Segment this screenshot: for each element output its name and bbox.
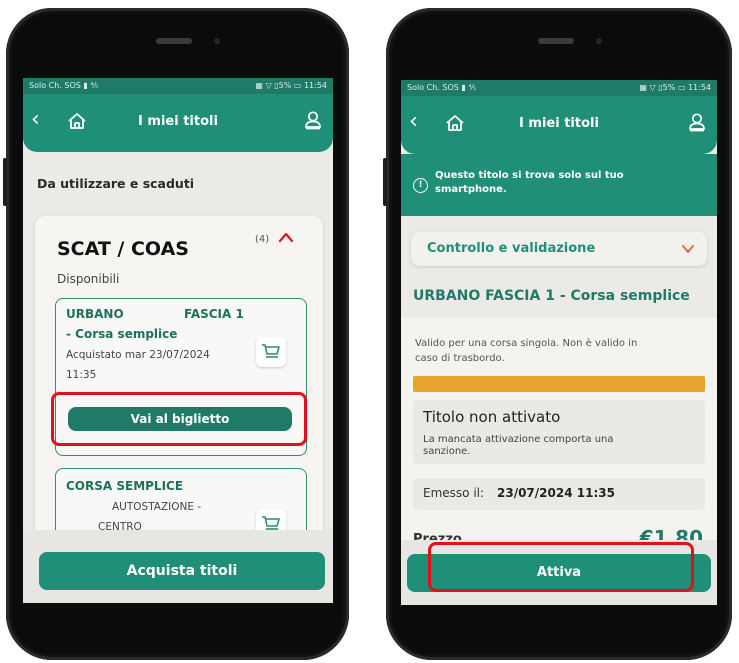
front-camera (596, 38, 602, 44)
control-label: Controllo e validazione (427, 241, 596, 256)
ticket2-line1: AUTOSTAZIONE - (112, 501, 202, 513)
info-icon: ! (413, 178, 428, 193)
app-screen: Solo Ch. SOS ▮ ⅘ ▦ ▽ ▯5% ▭ 11:54 ‹ I mie… (23, 78, 333, 603)
chevron-down-icon (682, 245, 694, 253)
carrier-text: Solo Ch. SOS ▮ ⅘ (407, 83, 477, 92)
highlight-go-to-ticket (51, 392, 307, 446)
status-indicators: ▦ ▽ ▯5% ▭ 11:54 (255, 81, 327, 90)
ticket-line2: - Corsa semplice (66, 327, 178, 341)
banner-text-line2: smartphone. (435, 184, 507, 195)
highlight-activate (428, 542, 694, 592)
earpiece-speaker (538, 38, 574, 44)
ticket-title: URBANO FASCIA 1 - Corsa semplice (413, 288, 690, 304)
page-title: I miei titoli (138, 114, 218, 129)
purchase-time: 11:35 (66, 369, 97, 381)
available-label: Disponibili (57, 272, 120, 286)
company-name: SCAT / COAS (57, 238, 189, 260)
not-activated-title: Titolo non attivato (423, 408, 561, 426)
phone-left: Solo Ch. SOS ▮ ⅘ ▦ ▽ ▯5% ▭ 11:54 ‹ I mie… (3, 8, 349, 660)
app-header: ‹ I miei titoli (401, 96, 717, 154)
not-activated-line1: La mancata attivazione comporta una (423, 434, 614, 445)
issued-label: Emesso il: (423, 486, 485, 500)
ticket2-title: CORSA SEMPLICE (66, 479, 184, 493)
status-indicators: ▦ ▽ ▯5% ▭ 11:54 (639, 83, 711, 92)
status-bar-orange (413, 376, 705, 392)
volume-button (383, 158, 387, 206)
front-camera (214, 38, 220, 44)
description-line2: caso di trasbordo. (415, 353, 505, 364)
issued-box: Emesso il: 23/07/2024 11:35 (413, 478, 705, 510)
purchase-date: Acquistato mar 23/07/2024 (66, 349, 210, 361)
section-title: Da utilizzare e scaduti (37, 176, 195, 191)
page-title: I miei titoli (519, 116, 599, 131)
not-activated-line2: sanzione. (423, 446, 471, 457)
status-bar: Solo Ch. SOS ▮ ⅘ ▦ ▽ ▯5% ▭ 11:54 (23, 78, 333, 94)
app-screen: Solo Ch. SOS ▮ ⅘ ▦ ▽ ▯5% ▭ 11:54 ‹ I mie… (401, 80, 717, 605)
earpiece-speaker (156, 38, 192, 44)
banner-text-line1: Questo titolo si trova solo sul tuo (435, 170, 624, 181)
issued-value: 23/07/2024 11:35 (497, 486, 615, 500)
ticket-line1-left: URBANO (66, 307, 124, 321)
not-activated-box: Titolo non attivato La mancata attivazio… (413, 400, 705, 464)
info-banner: ! Questo titolo si trova solo sul tuo sm… (401, 154, 717, 216)
chevron-up-icon[interactable] (277, 230, 295, 244)
volume-button (3, 158, 7, 206)
status-bar: Solo Ch. SOS ▮ ⅘ ▦ ▽ ▯5% ▭ 11:54 (401, 80, 717, 96)
buy-tickets-button[interactable]: Acquista titoli (39, 552, 325, 590)
description-line1: Valido per una corsa singola. Non è vali… (415, 338, 638, 349)
carrier-text: Solo Ch. SOS ▮ ⅘ (29, 81, 99, 90)
app-header: ‹ I miei titoli (23, 94, 333, 152)
phone-right: Solo Ch. SOS ▮ ⅘ ▦ ▽ ▯5% ▭ 11:54 ‹ I mie… (383, 8, 732, 660)
ticket-line1-right: FASCIA 1 (184, 307, 244, 321)
cart-button[interactable] (256, 337, 286, 367)
user-icon[interactable] (303, 110, 323, 130)
ticket-count: (4) (255, 234, 270, 245)
cart-icon (262, 344, 280, 358)
control-validation-dropdown[interactable]: Controllo e validazione (411, 232, 707, 266)
user-icon[interactable] (687, 112, 707, 132)
